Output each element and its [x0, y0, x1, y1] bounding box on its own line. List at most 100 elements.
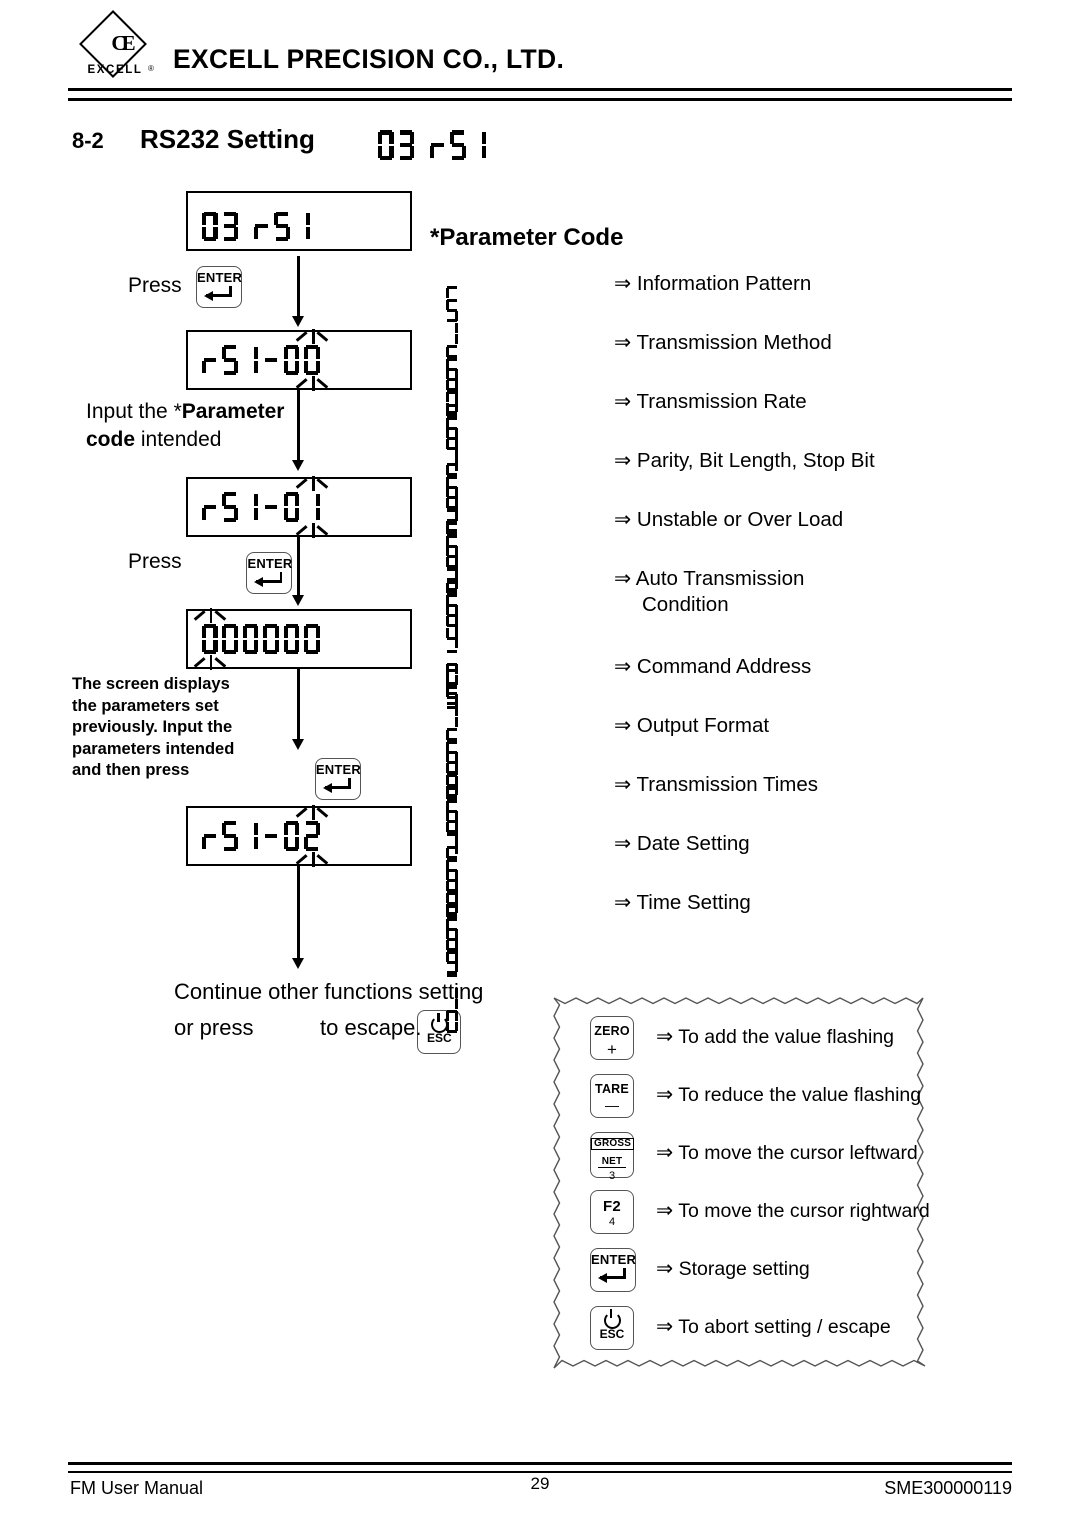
implies-arrow-icon: ⇒ — [614, 449, 632, 472]
net-key-label: NET — [597, 1157, 627, 1168]
legend-text-value: To add the value flashing — [678, 1026, 895, 1048]
parameter-label-text: Command Address — [636, 655, 812, 678]
continue-line-1: Continue other functions setting — [174, 979, 484, 1004]
enter-key-label: ENTER — [591, 1252, 637, 1267]
flashing-indicator-icon — [295, 805, 329, 821]
f2-key-label: F2 — [603, 1198, 621, 1215]
footer-divider — [68, 1462, 1012, 1473]
flow-connector-1 — [297, 256, 300, 318]
flow-connector-4 — [297, 667, 300, 741]
input-text-suffix: intended — [135, 428, 222, 451]
enter-arrow-icon — [322, 778, 353, 793]
flow-arrowhead-5 — [292, 958, 304, 969]
esc-key-legend[interactable]: ESC — [590, 1306, 634, 1350]
footer-document-code: SME300000119 — [884, 1478, 1012, 1498]
flashing-indicator-icon — [193, 608, 226, 624]
parameter-label-text: Parity, Bit Length, Stop Bit — [636, 449, 875, 472]
flashing-indicator-icon — [295, 851, 329, 867]
tare-key[interactable]: TARE — — [590, 1074, 634, 1118]
screen-note-text: The screen displays the parameters set p… — [72, 674, 272, 782]
parameter-label-text: Transmission Rate — [636, 390, 807, 413]
note-line-3: parameters intended — [72, 739, 235, 758]
parameter-label-second-line: Condition — [642, 593, 729, 616]
legend-text: ⇒ Storage setting — [656, 1256, 810, 1281]
parameter-label: ⇒ Parity, Bit Length, Stop Bit — [614, 448, 875, 473]
implies-arrow-icon: ⇒ — [614, 891, 632, 914]
parameter-label: ⇒ Auto Transmission — [614, 566, 804, 591]
enter-arrow-icon — [254, 572, 284, 587]
zero-key[interactable]: ZERO + — [590, 1016, 634, 1060]
legend-row: ZERO + ⇒ To add the value flashing — [590, 1016, 894, 1060]
enter-key-3-label: ENTER — [315, 762, 361, 777]
enter-arrow-icon — [598, 1268, 628, 1283]
parameter-label: ⇒ Date Setting — [614, 831, 750, 856]
parameter-label: ⇒ Output Format — [614, 713, 769, 738]
zero-key-label: ZERO — [594, 1024, 630, 1038]
parameter-label-text: Transmission Method — [636, 331, 832, 354]
continue-line-2a: or press — [174, 1015, 254, 1040]
flow-arrowhead-2 — [292, 460, 304, 471]
esc-key-label: ESC — [427, 1031, 452, 1045]
company-name: EXCELL PRECISION CO., LTD. — [173, 44, 565, 74]
implies-arrow-icon: ⇒ — [614, 832, 632, 855]
gross-net-key[interactable]: GROSS NET 3 — [590, 1132, 635, 1182]
lcd-4-content — [193, 608, 325, 670]
parameter-label: ⇒ Time Setting — [614, 890, 751, 915]
flashing-indicator-icon — [193, 654, 226, 670]
tare-key-sub: — — [605, 1096, 619, 1113]
enter-arrow-icon — [204, 286, 234, 301]
lcd-3-content — [202, 476, 329, 538]
legend-text-value: To abort setting / escape — [678, 1316, 891, 1338]
implies-arrow-icon: ⇒ — [614, 390, 632, 413]
implies-arrow-icon: ⇒ — [656, 1025, 674, 1048]
parameter-label-text: Information Pattern — [636, 272, 812, 295]
parameter-label-text: Time Setting — [636, 891, 751, 914]
parameter-label: ⇒ Transmission Method — [614, 330, 832, 355]
note-line-4: and then press — [72, 761, 190, 779]
flow-connector-3 — [297, 535, 300, 597]
lcd-display-3 — [186, 476, 412, 538]
implies-arrow-icon: ⇒ — [656, 1083, 674, 1106]
parameter-label-text: Unstable or Over Load — [636, 508, 844, 531]
legend-text-value: Storage setting — [678, 1258, 810, 1280]
enter-key-2[interactable]: ENTER — [246, 552, 293, 594]
logo-monogram: CE — [111, 30, 135, 55]
lcd-2-content — [202, 329, 329, 391]
implies-arrow-icon: ⇒ — [614, 272, 632, 295]
parameter-label: ⇒ Information Pattern — [614, 271, 811, 296]
implies-arrow-icon: ⇒ — [614, 773, 632, 796]
legend-text: ⇒ To move the cursor rightward — [656, 1198, 930, 1223]
parameter-label-text: Auto Transmission — [635, 567, 805, 590]
press-label-1: Press — [128, 274, 182, 297]
enter-key-legend[interactable]: ENTER — [590, 1248, 636, 1292]
lcd-display-1 — [186, 191, 412, 251]
parameter-code-seg — [446, 895, 462, 1033]
continue-line-2b: to escape. — [320, 1015, 422, 1040]
legend-row: GROSS NET 3 ⇒ To move the cursor leftwar… — [590, 1132, 918, 1182]
f2-key[interactable]: F2 4 — [590, 1190, 634, 1234]
flashing-indicator-icon — [295, 329, 329, 345]
key-legend-box: ZERO + ⇒ To add the value flashing TARE … — [552, 996, 930, 1370]
page-header: CE EXCELL ® EXCELL PRECISION CO., LTD. — [68, 10, 1012, 98]
tare-key-label: TARE — [595, 1082, 629, 1096]
parameter-label: ⇒ Transmission Times — [614, 772, 818, 797]
flashing-indicator-icon — [295, 375, 329, 391]
legend-row: ENTER ⇒ Storage setting — [590, 1248, 810, 1292]
flow-connector-2 — [297, 388, 300, 462]
flashing-indicator-icon — [295, 522, 329, 538]
power-icon — [603, 1309, 621, 1329]
lcd-display-4 — [186, 608, 412, 670]
implies-arrow-icon: ⇒ — [614, 714, 632, 737]
enter-key-3[interactable]: ENTER — [314, 758, 361, 800]
parameter-label-text: Transmission Times — [636, 773, 819, 796]
flashing-indicator-icon — [295, 476, 329, 492]
parameter-label: ⇒ Command Address — [614, 654, 811, 679]
flow-connector-5 — [297, 864, 300, 960]
enter-key-1[interactable]: ENTER — [196, 266, 242, 308]
lcd-display-5 — [186, 805, 412, 867]
lcd-1-content — [202, 201, 315, 241]
header-divider — [68, 88, 1012, 101]
legend-row: ESC ⇒ To abort setting / escape — [590, 1306, 891, 1350]
input-parameter-instruction: Input the *Parameter code intended — [86, 398, 304, 454]
section-title-seven-segment — [378, 120, 491, 160]
